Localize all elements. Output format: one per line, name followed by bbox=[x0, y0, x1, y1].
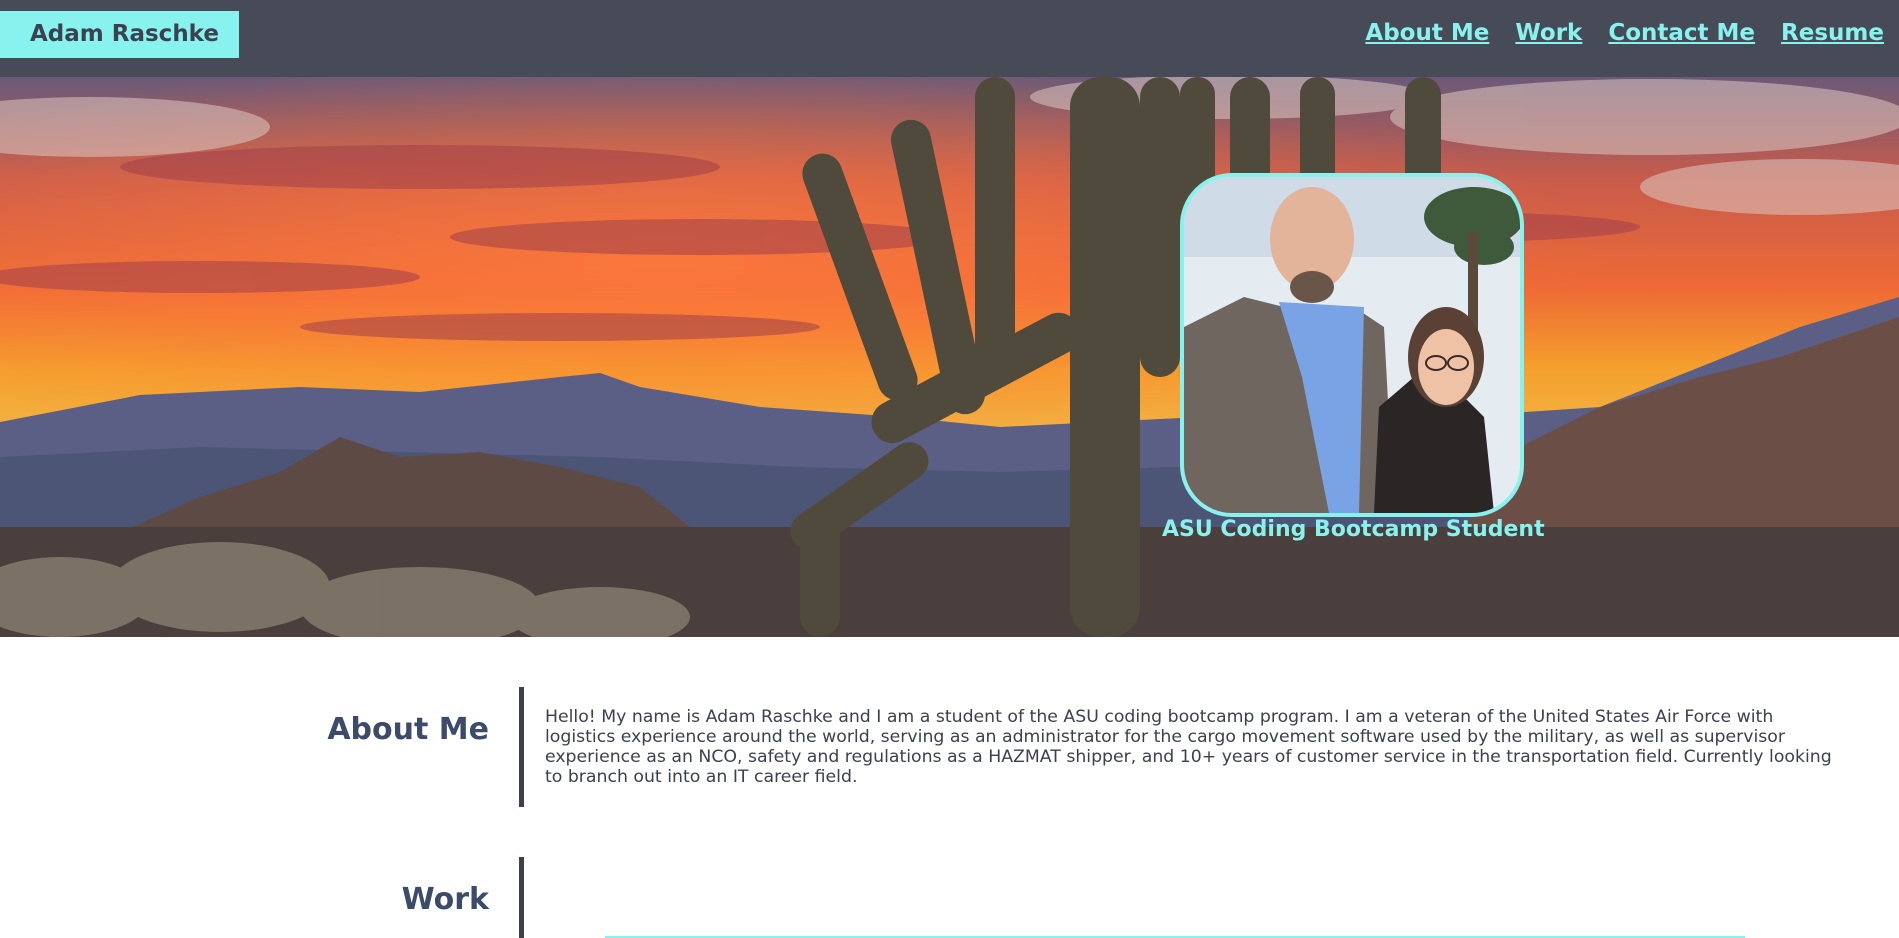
nav-link-contact-me[interactable]: Contact Me bbox=[1608, 20, 1755, 46]
hero-tagline: ASU Coding Bootcamp Student bbox=[1162, 517, 1545, 542]
work-divider bbox=[519, 857, 524, 938]
about-me-text: Hello! My name is Adam Raschke and I am … bbox=[545, 707, 1832, 787]
desert-sunset-background bbox=[0, 77, 1899, 637]
main-nav: About Me Work Contact Me Resume bbox=[1365, 20, 1884, 46]
about-me-heading: About Me bbox=[327, 712, 489, 747]
nav-link-work[interactable]: Work bbox=[1515, 20, 1582, 46]
work-heading: Work bbox=[401, 882, 489, 917]
nav-link-about-me[interactable]: About Me bbox=[1365, 20, 1489, 46]
profile-photo bbox=[1180, 173, 1524, 517]
site-header: Adam Raschke About Me Work Contact Me Re… bbox=[0, 0, 1899, 77]
about-me-divider bbox=[519, 687, 524, 807]
brand-name[interactable]: Adam Raschke bbox=[0, 11, 239, 58]
hero-banner: ASU Coding Bootcamp Student bbox=[0, 77, 1899, 637]
nav-link-resume[interactable]: Resume bbox=[1781, 20, 1884, 46]
profile-photo-image bbox=[1184, 177, 1520, 513]
